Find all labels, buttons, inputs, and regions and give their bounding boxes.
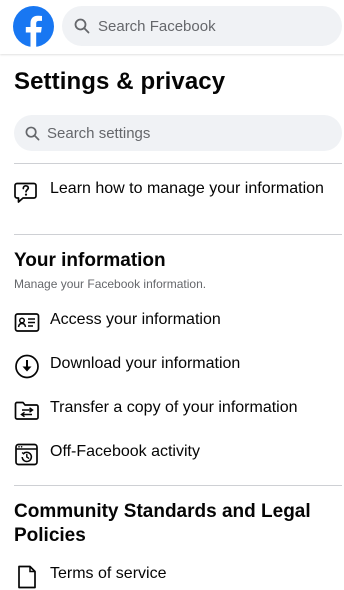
divider xyxy=(14,234,342,235)
page-title: Settings & privacy xyxy=(14,68,226,95)
search-placeholder: Search Facebook xyxy=(98,17,216,35)
document-icon xyxy=(14,564,40,590)
download-circle-icon xyxy=(14,354,40,380)
access-information-item[interactable]: Access your information xyxy=(14,310,342,336)
off-facebook-activity-item[interactable]: Off-Facebook activity xyxy=(14,442,342,468)
activity-history-icon xyxy=(14,442,40,468)
top-bar: Search Facebook xyxy=(0,0,344,54)
facebook-logo-icon[interactable] xyxy=(13,6,54,48)
download-information-label: Download your information xyxy=(50,355,241,372)
terms-of-service-label: Terms of service xyxy=(50,565,167,582)
manage-info-link[interactable]: Learn how to manage your information xyxy=(14,179,342,205)
access-information-label: Access your information xyxy=(50,311,221,328)
divider xyxy=(14,163,342,164)
terms-of-service-item[interactable]: Terms of service xyxy=(14,564,342,590)
download-information-item[interactable]: Download your information xyxy=(14,354,342,380)
divider xyxy=(14,485,342,486)
transfer-information-item[interactable]: Transfer a copy of your information xyxy=(14,398,342,424)
settings-search-placeholder: Search settings xyxy=(47,124,151,142)
your-information-subtitle: Manage your Facebook information. xyxy=(14,277,207,291)
facebook-search-input[interactable]: Search Facebook xyxy=(62,6,342,46)
your-information-heading: Your information xyxy=(14,250,166,271)
manage-info-label: Learn how to manage your information xyxy=(50,180,324,197)
off-facebook-activity-label: Off-Facebook activity xyxy=(50,443,200,460)
settings-search-input[interactable]: Search settings xyxy=(14,115,342,151)
folder-transfer-icon xyxy=(14,398,40,424)
community-standards-heading: Community Standards and Legal Policies xyxy=(14,501,311,546)
search-icon xyxy=(74,18,90,34)
id-card-icon xyxy=(14,310,40,336)
transfer-information-label: Transfer a copy of your information xyxy=(50,399,298,416)
question-chat-icon xyxy=(14,179,40,205)
search-icon xyxy=(25,126,40,141)
